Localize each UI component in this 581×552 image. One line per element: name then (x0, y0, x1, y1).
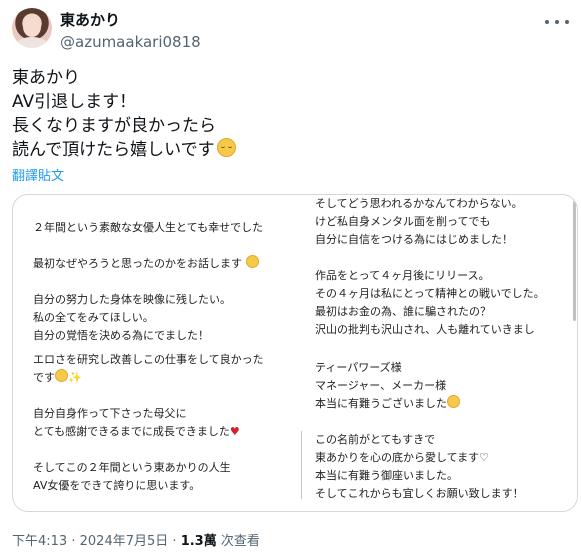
note-line: 自分に自信をつける為にはじめました！ (315, 233, 513, 246)
tweet-line-last: 読んで頂けたら嬉しいです (12, 138, 236, 162)
tweet-line: 東あかり (12, 68, 80, 88)
red-heart-icon: ♥ (229, 425, 240, 438)
note-line: ２年間という素敵な女優人生とても幸せでした (33, 221, 264, 234)
relieved-face-icon (216, 138, 236, 157)
note-line: 本当に有難う御座いました。 (315, 469, 458, 482)
footer-separator: · (71, 534, 76, 549)
relieved-face-icon (447, 395, 460, 408)
note-line: とても感謝できるまでに成長できました♥ (33, 425, 240, 438)
tweet-time[interactable]: 下午4:13 (12, 534, 67, 549)
note-line: そしてどう思われるかなんてわからない。 (315, 197, 523, 210)
avatar[interactable] (12, 8, 52, 48)
note-line: マネージャー、メーカー様 (315, 379, 447, 392)
tweet-text: 東あかり AV引退します！ 長くなりますが良かったら 読んで頂けたら嬉しいです (12, 66, 236, 162)
sparkles-icon: ✨ (68, 371, 82, 384)
footer-separator: · (172, 534, 177, 549)
note-line: その４ヶ月は私にとって精神との戦いでした。 (315, 287, 545, 300)
note-line: ティーパワーズ様 (315, 361, 402, 374)
image-note-right-top: そしてどう思われるかなんてわからない。 けど私自身メンタル面を削ってでも 自分に… (315, 195, 565, 339)
note-line: 最初はお金の為、誰に騙されたの？ (315, 305, 491, 318)
note-line: 自分自身作って下さった母父に (33, 407, 187, 420)
more-dot (565, 20, 569, 24)
avatar-shoulders (16, 37, 48, 48)
relieved-face-icon (245, 255, 259, 268)
author-handle[interactable]: @azumaakari0818 (60, 32, 201, 52)
tweet-line: 長くなりますが良かったら (12, 116, 216, 136)
note-line: 最初なぜやろうと思ったのかをお話します (33, 255, 293, 273)
tweet-line: 読んで頂けたら嬉しいです (12, 140, 215, 160)
tweet-footer: 下午4:13 · 2024年7月5日 · 1.3萬 次查看 (12, 530, 260, 549)
note-line: 東あかりを心の底から愛してます♡ (315, 451, 489, 464)
note-line: けど私自身メンタル面を削ってでも (315, 215, 491, 228)
tweet-date[interactable]: 2024年7月5日 (80, 534, 169, 549)
note-line: 作品をとって４ヶ月後にリリース。 (315, 269, 490, 282)
relieved-face-icon (55, 369, 68, 382)
image-note-left: ２年間という素敵な女優人生とても幸せでした 最初なぜやろうと思ったのかをお話しま… (33, 219, 293, 495)
more-dot (545, 20, 549, 24)
note-line: そしてこの２年間という東あかりの人生 (33, 461, 231, 474)
note-line: エロさを研究し改善しこの仕事をして良かった (33, 353, 264, 366)
author-display-name[interactable]: 東あかり (60, 10, 120, 30)
views-count: 1.3萬 (180, 534, 217, 549)
note-line: です ✨ (33, 369, 82, 384)
attached-image[interactable]: ２年間という素敵な女優人生とても幸せでした 最初なぜやろうと思ったのかをお話しま… (12, 194, 578, 512)
more-options-icon[interactable] (545, 12, 569, 32)
views-label: 次查看 (220, 534, 260, 549)
note-line: この名前がとてもすきで (315, 433, 436, 446)
tweet-line: AV引退します！ (12, 92, 137, 112)
image-divider (301, 431, 302, 499)
note-line: 沢山の批判も沢山され、人も離れていきまし (315, 323, 535, 336)
note-line: AV女優をできて誇りに思います。 (33, 479, 201, 492)
note-line: 私の全てをみてほしい。 (33, 311, 154, 324)
image-note-right-bottom: ティーパワーズ様 マネージャー、メーカー様 本当に有難うございました この名前が… (315, 359, 565, 503)
translate-post-link[interactable]: 翻譯貼文 (12, 165, 64, 184)
note-line: 本当に有難うございました (315, 395, 565, 413)
note-line: 自分の努力した身体を映像に残したい。 (33, 293, 231, 306)
note-line: そしてこれからも宜しくお願い致します！ (315, 487, 524, 500)
note-line: 自分の覚悟を決める為にでました！ (33, 329, 209, 342)
more-dot (555, 20, 559, 24)
image-scrollbar (573, 201, 576, 321)
avatar-face (23, 17, 41, 37)
